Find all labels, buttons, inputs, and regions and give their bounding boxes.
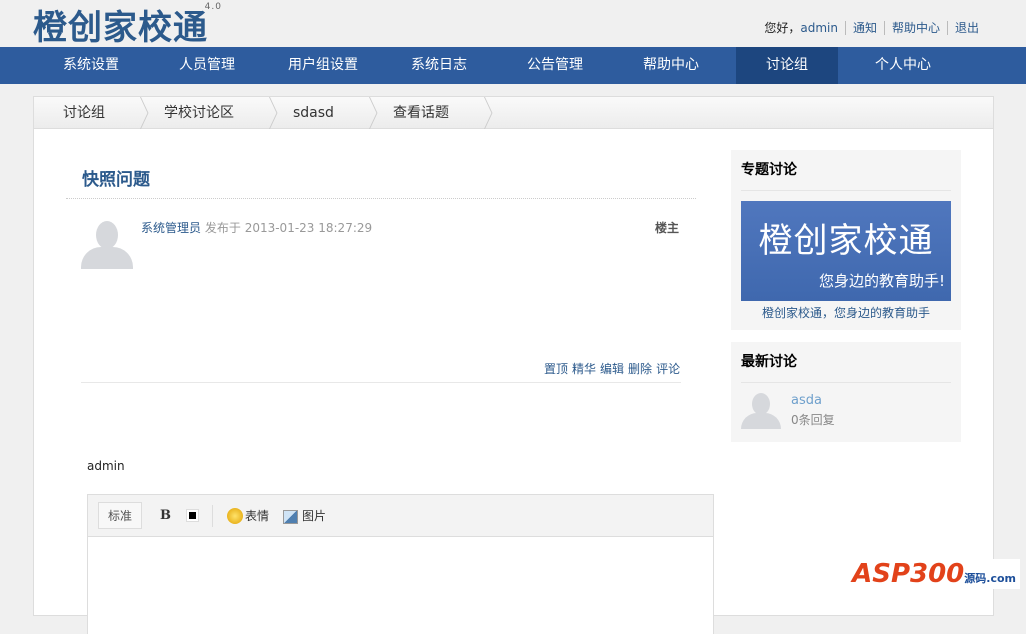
post-actions: 置顶 精华 编辑 删除 评论 [544,360,680,377]
notifications-link[interactable]: 通知 [853,21,877,35]
divider [66,198,696,199]
delete-button[interactable]: 删除 [628,360,652,377]
post-meta: 系统管理员 发布于 2013-01-23 18:27:29 [141,219,372,236]
latest-discussions-box: 最新讨论 asda 0条回复 [731,342,961,442]
nav-system-settings[interactable]: 系统设置 [33,47,149,84]
list-item: asda 0条回复 [741,389,951,441]
image-label: 图片 [302,509,327,523]
reply-username: admin [87,459,125,473]
nav-system-log[interactable]: 系统日志 [381,47,497,84]
image-button[interactable]: 图片 [269,507,326,524]
nav-staff[interactable]: 人员管理 [149,47,265,84]
main-nav: 系统设置 人员管理 用户组设置 系统日志 公告管理 帮助中心 讨论组 个人中心 [0,47,1026,84]
image-icon [283,509,299,524]
username-link[interactable]: admin [800,21,838,35]
box-title: 最新讨论 [741,342,951,383]
color-button[interactable] [186,509,200,522]
logout-link[interactable]: 退出 [955,21,979,35]
breadcrumb-item[interactable]: 查看话题 [364,97,479,128]
nav-help[interactable]: 帮助中心 [613,47,729,84]
breadcrumb-item[interactable]: 学校讨论区 [135,97,264,128]
style-select[interactable]: 标准 [98,502,143,529]
topic-title: 快照问题 [82,170,150,190]
box-title: 专题讨论 [741,150,951,191]
smiley-icon [227,508,244,525]
help-link[interactable]: 帮助中心 [892,21,940,35]
nav-personal[interactable]: 个人中心 [845,47,961,84]
logo[interactable]: 橙创家校通 4.0 [33,0,221,49]
watermark-suffix: 源码.com [964,572,1016,585]
toolbar-divider [212,504,214,527]
editor-textarea[interactable] [88,537,713,634]
banner-image[interactable]: 橙创家校通 您身边的教育助手! [741,201,951,301]
editor-toolbar: 标准 B 表情 图片 [88,495,713,537]
post-time: 2013-01-23 18:27:29 [244,221,373,235]
posted-label: 发布于 [204,221,241,235]
emoji-button[interactable]: 表情 [227,507,269,525]
greeting-text: 您好， [764,21,801,35]
reply-editor: 标准 B 表情 图片 [87,494,714,634]
edit-button[interactable]: 编辑 [600,360,624,377]
greeting: 您好，admin [764,21,845,35]
pin-button[interactable]: 置顶 [544,360,568,377]
watermark-text: ASP300 [852,559,965,589]
emoji-label: 表情 [245,508,270,523]
watermark-logo: ASP300源码.com [848,559,1020,589]
header: 橙创家校通 4.0 您好，admin 通知 帮助中心 退出 [0,0,1026,49]
banner-title: 橙创家校通 [758,221,934,261]
author-link[interactable]: 系统管理员 [141,221,201,235]
bold-button[interactable]: B [160,508,171,523]
avatar [741,389,781,429]
nav-discussion[interactable]: 讨论组 [736,47,838,84]
feature-button[interactable]: 精华 [572,360,596,377]
reply-count: 0条回复 [791,413,835,427]
content-panel: 讨论组 学校讨论区 sdasd 查看话题 快照问题 系统管理员 发布于 2013… [33,96,994,634]
comment-button[interactable]: 评论 [656,360,680,377]
nav-user-groups[interactable]: 用户组设置 [265,47,381,84]
divider [81,382,681,383]
discussion-link[interactable]: asda [791,393,822,408]
floor-label: 楼主 [655,221,680,235]
version: 4.0 [204,2,222,12]
breadcrumb: 讨论组 学校讨论区 sdasd 查看话题 [34,97,993,129]
user-links: 您好，admin 通知 帮助中心 退出 [764,21,986,35]
breadcrumb-item[interactable]: 讨论组 [34,97,135,128]
banner-slogan: 您身边的教育助手! [818,272,945,290]
banner-caption[interactable]: 橙创家校通，您身边的教育助手 [741,301,951,333]
breadcrumb-item[interactable]: sdasd [264,97,364,128]
nav-announcements[interactable]: 公告管理 [497,47,613,84]
special-topics-box: 专题讨论 橙创家校通 您身边的教育助手! 橙创家校通，您身边的教育助手 [731,150,961,330]
avatar [81,217,133,269]
